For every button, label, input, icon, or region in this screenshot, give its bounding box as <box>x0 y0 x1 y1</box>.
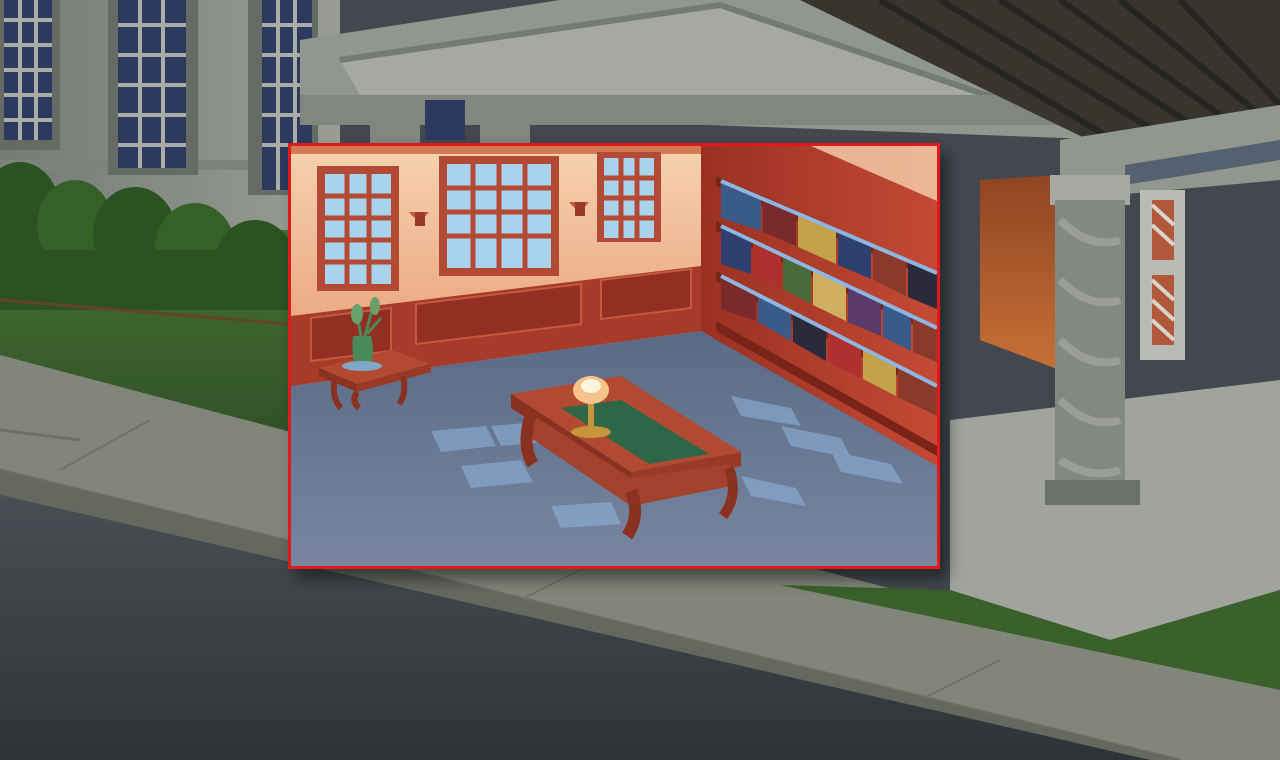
closeup-frame[interactable] <box>288 143 940 569</box>
library-room-closeup <box>291 146 937 566</box>
window-center <box>439 156 559 276</box>
window-right <box>597 152 661 242</box>
window-icon <box>317 166 399 291</box>
game-scene <box>0 0 1280 760</box>
